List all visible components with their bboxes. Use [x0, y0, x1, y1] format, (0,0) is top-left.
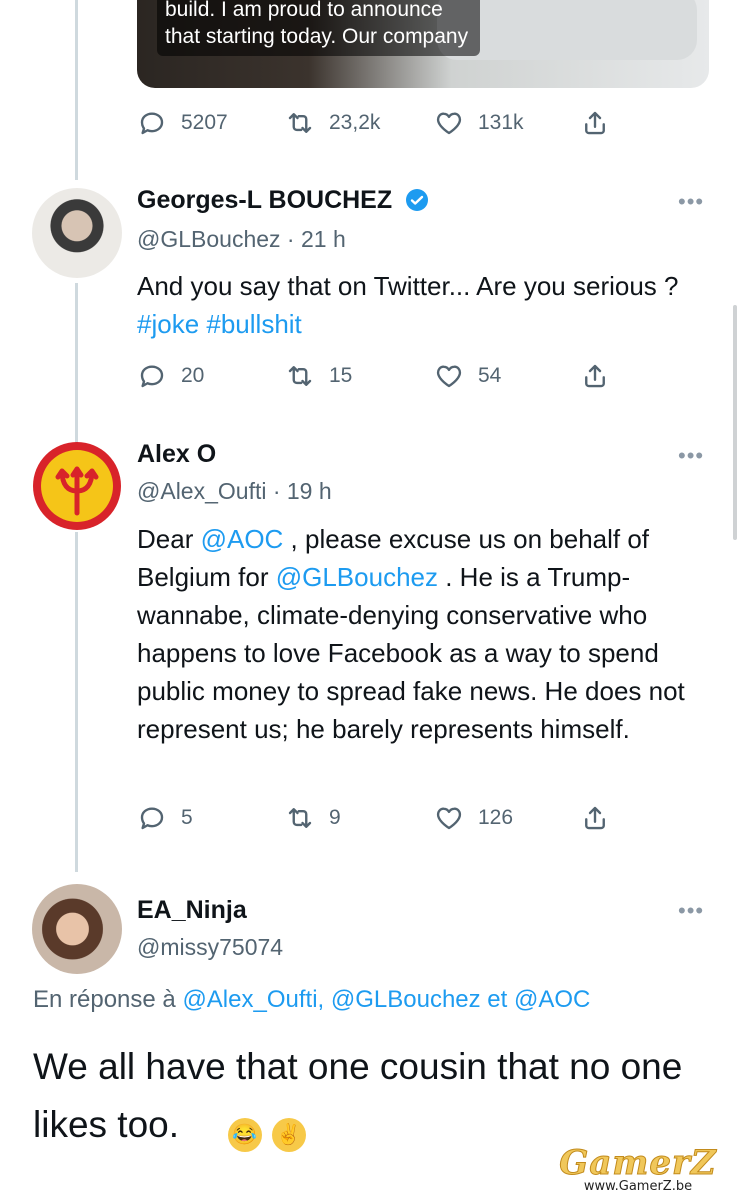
retweet-icon [288, 808, 312, 828]
media-caption: build. I am proud to announce that start… [157, 0, 481, 56]
tweet-media[interactable]: build. I am proud to announce that start… [137, 0, 709, 88]
retweet-icon [288, 113, 312, 133]
focused-tweet-text-main: We all have that one cousin that no one … [33, 1046, 683, 1145]
scrollbar[interactable] [733, 305, 737, 540]
hashtag-link[interactable]: #joke [137, 309, 199, 339]
thread-line-top [75, 0, 78, 180]
more-icon[interactable]: ••• [678, 443, 704, 469]
retweet-count: 15 [329, 364, 353, 387]
watermark-logo: GamerZ [559, 1143, 717, 1184]
tweet-text: Dear @AOC , please excuse us on behalf o… [137, 520, 722, 748]
avatar-glbouchez[interactable] [32, 188, 122, 278]
heart-icon [436, 807, 462, 830]
retweet-button[interactable]: 23,2k [285, 108, 380, 138]
more-icon[interactable]: ••• [678, 189, 704, 215]
caption-line-1: build. I am proud to announce [165, 0, 443, 21]
share-icon [585, 364, 605, 388]
verified-badge-icon [406, 189, 429, 211]
tweet-actions: 20 15 54 [137, 358, 617, 394]
tweet-actions: 5207 23,2k 131k [137, 105, 617, 141]
reply-count: 5207 [181, 111, 228, 134]
avatar-alex-oufti[interactable] [32, 441, 122, 531]
victory-hand-emoji-icon: ✌ [271, 1118, 306, 1152]
retweet-icon [288, 366, 312, 386]
hashtag-link[interactable]: #bullshit [206, 309, 301, 339]
retweet-count: 23,2k [329, 111, 381, 134]
author-handle[interactable]: @missy75074 [137, 934, 283, 961]
author-name-text: Georges-L BOUCHEZ [137, 186, 393, 214]
caption-line-2: that starting today. Our company [165, 25, 469, 48]
mention-link[interactable]: @AOC [201, 524, 284, 554]
share-icon [585, 806, 605, 830]
like-button[interactable]: 131k [434, 108, 524, 138]
reply-button[interactable]: 5 [137, 803, 193, 833]
thread-line-middle [75, 283, 78, 443]
reply-count: 20 [181, 364, 205, 387]
thread-line-bottom [75, 532, 78, 872]
author-handle[interactable]: @Alex_Oufti · 19 h [137, 478, 332, 505]
reply-icon [140, 365, 164, 388]
heart-icon [436, 365, 462, 388]
retweet-button[interactable]: 15 [285, 361, 352, 391]
like-count: 131k [478, 111, 524, 134]
mention-link[interactable]: @GLBouchez [276, 562, 438, 592]
trident-logo-icon [33, 442, 121, 530]
retweet-count: 9 [329, 806, 341, 829]
tweet-text: And you say that on Twitter... Are you s… [137, 267, 717, 343]
like-count: 54 [478, 364, 502, 387]
tweet-text-main: And you say that on Twitter... Are you s… [137, 271, 679, 301]
avatar-missy75074[interactable] [32, 884, 122, 974]
heart-icon [436, 112, 462, 135]
reply-icon [140, 112, 164, 135]
like-button[interactable]: 54 [434, 361, 501, 391]
laughing-emoji-icon: 😂 [227, 1118, 262, 1152]
author-name[interactable]: EA_Ninja [137, 896, 247, 925]
reply-prefix: En réponse à [33, 986, 183, 1013]
share-button[interactable] [580, 361, 610, 391]
focused-tweet-text: We all have that one cousin that no one … [33, 1038, 713, 1154]
reply-button[interactable]: 5207 [137, 108, 228, 138]
reply-context: En réponse à @Alex_Oufti, @GLBouchez et … [33, 986, 590, 1014]
share-button[interactable] [580, 108, 610, 138]
reply-count: 5 [181, 806, 193, 829]
reply-icon [140, 807, 164, 830]
like-button[interactable]: 126 [434, 803, 513, 833]
tweet-actions: 5 9 126 [137, 800, 617, 836]
author-handle[interactable]: @GLBouchez · 21 h [137, 226, 346, 253]
reply-button[interactable]: 20 [137, 361, 204, 391]
reply-mentions-link[interactable]: @Alex_Oufti, @GLBouchez et @AOC [182, 986, 590, 1013]
share-button[interactable] [580, 803, 610, 833]
retweet-button[interactable]: 9 [285, 803, 341, 833]
tweet-text-a: Dear [137, 524, 201, 554]
watermark: GamerZ www.GamerZ.be [548, 1143, 728, 1195]
author-name[interactable]: Georges-L BOUCHEZ [137, 186, 429, 215]
more-icon[interactable]: ••• [678, 898, 704, 924]
share-icon [585, 111, 605, 135]
like-count: 126 [478, 806, 514, 829]
author-name[interactable]: Alex O [137, 440, 216, 469]
